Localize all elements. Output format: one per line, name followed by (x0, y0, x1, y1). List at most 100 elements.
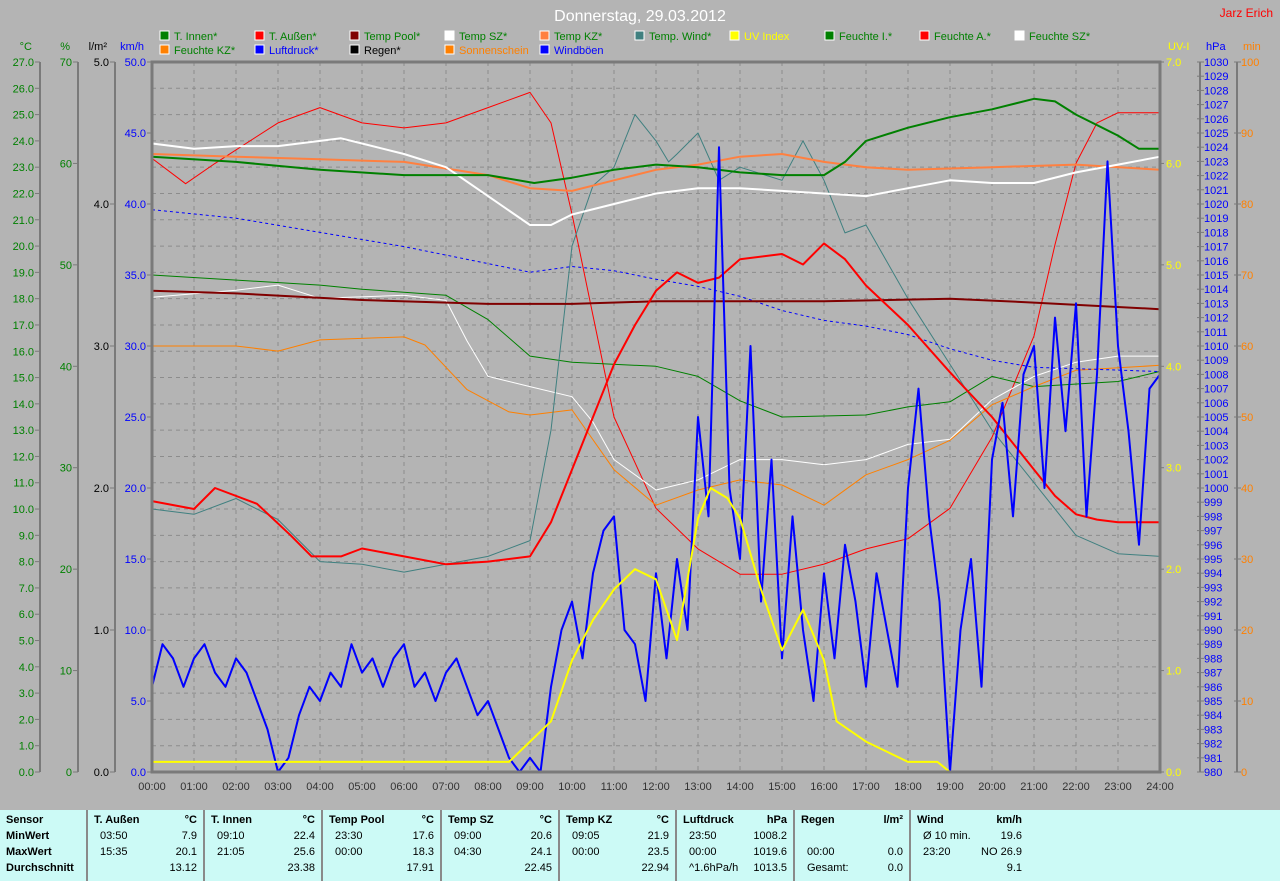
pressure-tick-label: 1026 (1204, 114, 1228, 126)
x-tick-label: 00:00 (138, 781, 166, 793)
table-column: Temp KZ °C 09:05 21.9 00:00 23.5 22.94 (560, 810, 677, 881)
legend-label: Feuchte A.* (934, 31, 992, 43)
pressure-tick-label: 990 (1204, 625, 1222, 637)
table-cell-label: Durchschnitt (6, 862, 74, 874)
table-cell-value: °C (539, 814, 552, 826)
humidity-tick-label: 30 (60, 463, 72, 475)
pressure-tick-label: 999 (1204, 497, 1222, 509)
pressure-tick-label: 1011 (1204, 327, 1228, 339)
table-cell-value: 20.6 (530, 830, 552, 842)
legend-swatch (539, 30, 550, 41)
table-cell-label: Temp SZ (448, 814, 494, 826)
sun-tick-label: 70 (1241, 270, 1253, 282)
table-row: Ø 10 min. 19.6 (917, 830, 1022, 845)
sun-axis-unit: min (1243, 41, 1261, 53)
pressure-tick-label: 1001 (1204, 469, 1228, 481)
pressure-tick-label: 981 (1204, 753, 1222, 765)
pressure-tick-label: 1012 (1204, 313, 1228, 325)
x-tick-label: 05:00 (348, 781, 376, 793)
table-header: Temp KZ °C (566, 814, 669, 829)
x-tick-label: 03:00 (264, 781, 292, 793)
humidity-tick-label: 10 (60, 666, 72, 678)
legend-swatch (1014, 30, 1025, 41)
legend-swatch (349, 44, 360, 55)
rain-tick-label: 2.0 (94, 483, 109, 495)
table-row: 09:05 21.9 (566, 830, 669, 845)
pressure-tick-label: 1013 (1204, 298, 1228, 310)
x-tick-label: 20:00 (978, 781, 1006, 793)
table-cell-value: 18.3 (412, 846, 434, 858)
table-cell-label: 04:30 (454, 846, 482, 858)
legend-label: Temp KZ* (554, 31, 603, 43)
x-tick-label: 11:00 (601, 781, 628, 793)
table-row: 15:35 20.1 (94, 846, 197, 861)
table-cell-label: 00:00 (572, 846, 600, 858)
x-tick-label: 17:00 (852, 781, 880, 793)
humidity-tick-label: 50 (60, 260, 72, 272)
x-tick-label: 06:00 (390, 781, 418, 793)
temp-tick-label: 23.0 (13, 162, 34, 174)
legend-swatch (254, 44, 265, 55)
table-row: Gesamt: 0.0 (801, 862, 903, 877)
legend-swatch (159, 44, 170, 55)
legend-swatch (919, 30, 930, 41)
rain-tick-label: 0.0 (94, 767, 109, 779)
table-cell-label: 00:00 (335, 846, 363, 858)
legend-label: T. Innen* (174, 31, 218, 43)
humidity-axis-unit: % (60, 41, 70, 53)
table-row: 03:50 7.9 (94, 830, 197, 845)
wind-tick-label: 45.0 (125, 128, 146, 140)
table-cell-label: 15:35 (100, 846, 128, 858)
uv-tick-label: 1.0 (1166, 666, 1181, 678)
x-tick-label: 13:00 (684, 781, 712, 793)
temp-tick-label: 20.0 (13, 241, 34, 253)
table-cell-value: km/h (996, 814, 1022, 826)
table-cell-label: MaxWert (6, 846, 52, 858)
table-cell-value: 0.0 (887, 862, 903, 874)
pressure-tick-label: 1002 (1204, 455, 1228, 467)
pressure-tick-label: 1029 (1204, 71, 1228, 83)
table-header: T. Außen °C (94, 814, 197, 829)
pressure-tick-label: 1018 (1204, 227, 1228, 239)
pressure-tick-label: 984 (1204, 710, 1222, 722)
temp-tick-label: 9.0 (19, 530, 34, 542)
x-tick-label: 19:00 (936, 781, 964, 793)
table-row: MinWert (6, 830, 80, 845)
table-row: Durchschnitt (6, 862, 80, 877)
humidity-tick-label: 70 (60, 57, 72, 69)
chart-title: Donnerstag, 29.03.2012 (554, 8, 726, 25)
table-cell-label: 23:50 (689, 830, 717, 842)
sun-tick-label: 40 (1241, 483, 1253, 495)
wind-tick-label: 15.0 (125, 554, 146, 566)
legend-swatch (444, 44, 455, 55)
table-row: 04:30 24.1 (448, 846, 552, 861)
temp-tick-label: 6.0 (19, 609, 34, 621)
pressure-tick-label: 1030 (1204, 57, 1228, 69)
pressure-axis-unit: hPa (1206, 41, 1226, 53)
temp-tick-label: 21.0 (13, 215, 34, 227)
table-cell-value: °C (184, 814, 197, 826)
x-tick-label: 09:00 (516, 781, 544, 793)
table-header: Regen l/m² (801, 814, 903, 829)
pressure-tick-label: 1007 (1204, 384, 1228, 396)
table-cell-label: 23:30 (335, 830, 363, 842)
sun-tick-label: 10 (1241, 696, 1253, 708)
table-row: 23:20 NO 26.9 (917, 846, 1022, 861)
table-cell-label: Luftdruck (683, 814, 734, 826)
temp-tick-label: 11.0 (13, 478, 34, 490)
table-cell-label: 00:00 (689, 846, 717, 858)
legend-label: Regen* (364, 45, 401, 57)
table-cell-label: Sensor (6, 814, 44, 826)
temp-tick-label: 4.0 (19, 662, 34, 674)
wind-tick-label: 40.0 (125, 199, 146, 211)
legend-swatch (254, 30, 265, 41)
wind-tick-label: 20.0 (125, 483, 146, 495)
table-row: 22.94 (566, 862, 669, 877)
rain-tick-label: 4.0 (94, 199, 109, 211)
table-cell-label: T. Innen (211, 814, 252, 826)
table-cell-value: NO 26.9 (981, 846, 1022, 858)
sun-tick-label: 90 (1241, 128, 1253, 140)
x-tick-label: 10:00 (558, 781, 586, 793)
temp-tick-label: 24.0 (13, 136, 34, 148)
table-cell-value: 22.4 (293, 830, 315, 842)
